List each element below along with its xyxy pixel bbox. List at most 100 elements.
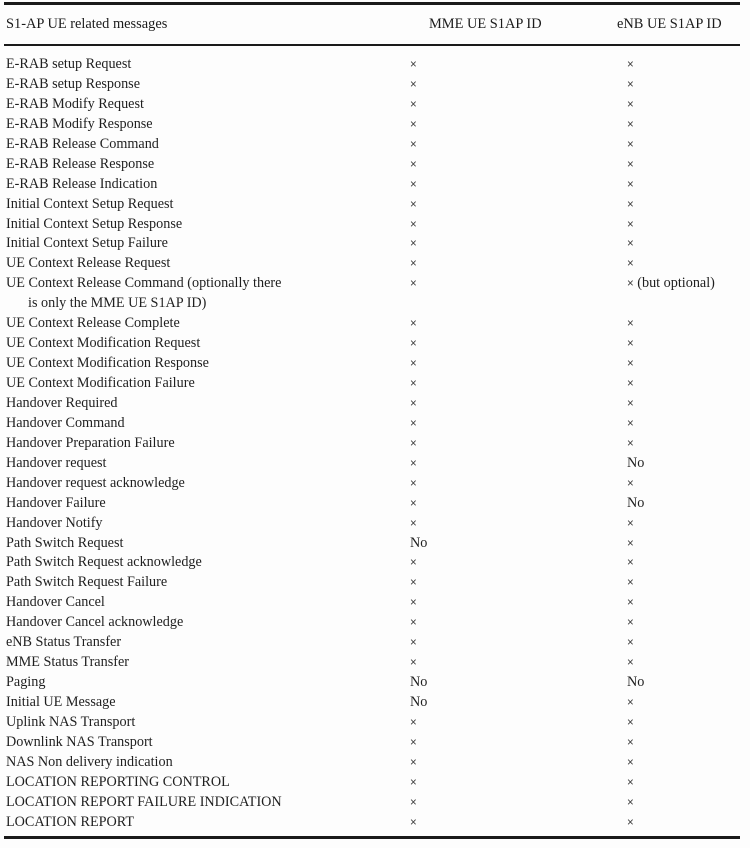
column-header-messages: S1-AP UE related messages [6, 16, 168, 32]
enb-ue-s1ap-id-cell: × [627, 75, 634, 96]
cross-mark-icon: × [627, 238, 634, 251]
cross-mark-icon: × [410, 577, 417, 590]
table-row: E-RAB Modify Request × × [4, 95, 740, 115]
enb-ue-s1ap-id-cell: × [627, 334, 634, 355]
mme-ue-s1ap-id-cell: No [410, 693, 427, 713]
cross-mark-icon: × [627, 477, 634, 490]
enb-ue-s1ap-id-cell: × [627, 653, 634, 674]
message-name-cell: LOCATION REPORTING CONTROL [6, 773, 406, 793]
cell-value-text: No [627, 454, 645, 471]
cross-mark-icon: × [627, 637, 634, 650]
message-name-text: Path Switch Request Failure [6, 574, 168, 591]
message-name-cell: Path Switch Request [6, 534, 406, 554]
message-name-text: LOCATION REPORT [6, 813, 135, 830]
enb-ue-s1ap-id-cell: × [627, 693, 634, 714]
table-row: Handover Cancel acknowledge × × [4, 613, 740, 633]
cross-mark-icon: × [410, 278, 417, 291]
column-header-enb-ue-s1ap-id: eNB UE S1AP ID [617, 16, 722, 32]
message-name-cell: UE Context Release Request [6, 254, 406, 274]
cross-mark-icon: × [627, 557, 634, 570]
table-row: MME Status Transfer × × [4, 653, 740, 673]
s1ap-message-id-table: S1-AP UE related messages MME UE S1AP ID… [0, 0, 750, 848]
message-name-text: E-RAB Release Indication [6, 175, 158, 192]
cross-mark-icon: × [627, 78, 634, 91]
cell-note: (but optional) [633, 275, 715, 292]
message-name-text: Initial Context Setup Failure [6, 235, 168, 252]
cross-mark-icon: × [627, 138, 634, 151]
message-name-cell: UE Context Modification Response [6, 354, 406, 374]
table-row: Uplink NAS Transport × × [4, 713, 740, 733]
message-name-cell: Handover Cancel acknowledge [6, 613, 406, 633]
mme-ue-s1ap-id-cell: × [410, 215, 417, 236]
message-name-cell: Initial Context Setup Response [6, 215, 406, 235]
cross-mark-icon: × [410, 816, 417, 829]
cross-mark-icon: × [410, 397, 417, 410]
mme-ue-s1ap-id-cell: × [410, 374, 417, 395]
enb-ue-s1ap-id-cell: × [627, 514, 634, 535]
message-name-cell: Handover Preparation Failure [6, 434, 406, 454]
mme-ue-s1ap-id-cell: × [410, 354, 417, 375]
cross-mark-icon: × [410, 517, 417, 530]
message-name-text: Handover Required [6, 394, 118, 411]
enb-ue-s1ap-id-cell: × [627, 95, 634, 116]
message-name-cell: UE Context Modification Failure [6, 374, 406, 394]
table-row: E-RAB Release Indication × × [4, 175, 740, 195]
cross-mark-icon: × [627, 358, 634, 371]
table-row: Handover request × No [4, 454, 740, 474]
table-top-rule [4, 2, 740, 5]
table-row: Downlink NAS Transport × × [4, 733, 740, 753]
message-name-cell: UE Context Modification Request [6, 334, 406, 354]
mme-ue-s1ap-id-cell: × [410, 613, 417, 634]
enb-ue-s1ap-id-cell: × (but optional) [627, 274, 715, 295]
cross-mark-icon: × [627, 756, 634, 769]
message-name-text: Initial Context Setup Response [6, 215, 183, 232]
cross-mark-icon: × [627, 697, 634, 710]
cross-mark-icon: × [410, 557, 417, 570]
table-row: UE Context Modification Failure × × [4, 374, 740, 394]
message-name-cell: eNB Status Transfer [6, 633, 406, 653]
mme-ue-s1ap-id-cell: × [410, 234, 417, 255]
enb-ue-s1ap-id-cell: × [627, 813, 634, 834]
cross-mark-icon: × [410, 597, 417, 610]
table-row: UE Context Release Complete × × [4, 314, 740, 334]
enb-ue-s1ap-id-cell: No [627, 454, 644, 474]
enb-ue-s1ap-id-cell: × [627, 55, 634, 76]
message-name-continuation: is only the MME UE S1AP ID) [28, 295, 207, 312]
cross-mark-icon: × [627, 59, 634, 71]
cross-mark-icon: × [410, 497, 417, 510]
table-header-row: S1-AP UE related messages MME UE S1AP ID… [4, 14, 740, 38]
enb-ue-s1ap-id-cell: × [627, 394, 634, 415]
message-name-cell: E-RAB Modify Response [6, 115, 406, 135]
message-name-cell: LOCATION REPORT [6, 813, 406, 833]
table-row: Handover Command × × [4, 414, 740, 434]
cross-mark-icon: × [410, 756, 417, 769]
cross-mark-icon: × [627, 736, 634, 749]
table-row: UE Context Modification Request × × [4, 334, 740, 354]
mme-ue-s1ap-id-cell: × [410, 394, 417, 415]
message-name-cell: E-RAB Release Response [6, 155, 406, 175]
enb-ue-s1ap-id-cell: × [627, 573, 634, 594]
cell-value-text: No [410, 694, 428, 711]
enb-ue-s1ap-id-cell: × [627, 713, 634, 734]
table-row: UE Context Release Command (optionally t… [4, 274, 740, 314]
enb-ue-s1ap-id-cell: × [627, 155, 634, 176]
cross-mark-icon: × [410, 238, 417, 251]
message-name-cell: Handover Command [6, 414, 406, 434]
mme-ue-s1ap-id-cell: × [410, 195, 417, 216]
table-row: UE Context Modification Response × × [4, 354, 740, 374]
mme-ue-s1ap-id-cell: × [410, 813, 417, 834]
mme-ue-s1ap-id-cell: × [410, 175, 417, 196]
cross-mark-icon: × [627, 378, 634, 391]
mme-ue-s1ap-id-cell: × [410, 494, 417, 515]
table-body: E-RAB setup Request × × E-RAB setup Respons… [4, 55, 740, 833]
cell-value-text: No [410, 534, 428, 551]
mme-ue-s1ap-id-cell: × [410, 75, 417, 96]
message-name-cell: Path Switch Request Failure [6, 573, 406, 593]
message-name-cell: Handover request acknowledge [6, 474, 406, 494]
message-name-cell: MME Status Transfer [6, 653, 406, 673]
enb-ue-s1ap-id-cell: × [627, 414, 634, 435]
enb-ue-s1ap-id-cell: × [627, 434, 634, 455]
cross-mark-icon: × [627, 657, 634, 670]
message-name-text: Handover request acknowledge [6, 474, 185, 491]
cross-mark-icon: × [410, 98, 417, 111]
